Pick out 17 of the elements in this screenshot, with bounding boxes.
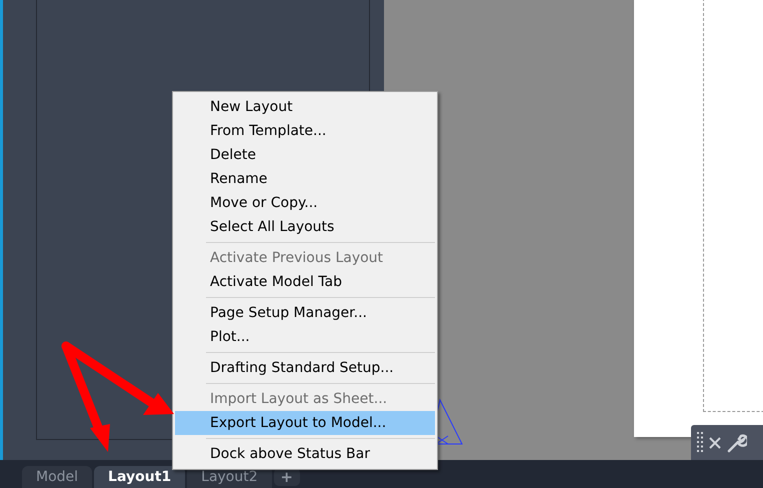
menu-item[interactable]: Plot... xyxy=(175,325,435,349)
menu-item[interactable]: New Layout xyxy=(175,95,435,119)
layout-tab[interactable]: Model xyxy=(22,466,92,488)
menu-item[interactable]: Select All Layouts xyxy=(175,215,435,239)
menu-item[interactable]: Rename xyxy=(175,167,435,191)
grip-icon[interactable] xyxy=(697,432,703,454)
menu-item[interactable]: Page Setup Manager... xyxy=(175,301,435,325)
menu-item[interactable]: Move or Copy... xyxy=(175,191,435,215)
close-icon[interactable] xyxy=(709,436,721,448)
menu-item[interactable]: From Template... xyxy=(175,119,435,143)
layout-tab[interactable]: Layout1 xyxy=(94,466,186,488)
wrench-icon[interactable] xyxy=(727,432,747,452)
menu-item[interactable]: Export Layout to Model... xyxy=(175,411,435,435)
menu-item[interactable]: Drafting Standard Setup... xyxy=(175,356,435,380)
menu-item[interactable]: Dock above Status Bar xyxy=(175,442,435,466)
menu-item[interactable]: Activate Model Tab xyxy=(175,270,435,294)
menu-item[interactable]: Delete xyxy=(175,143,435,167)
